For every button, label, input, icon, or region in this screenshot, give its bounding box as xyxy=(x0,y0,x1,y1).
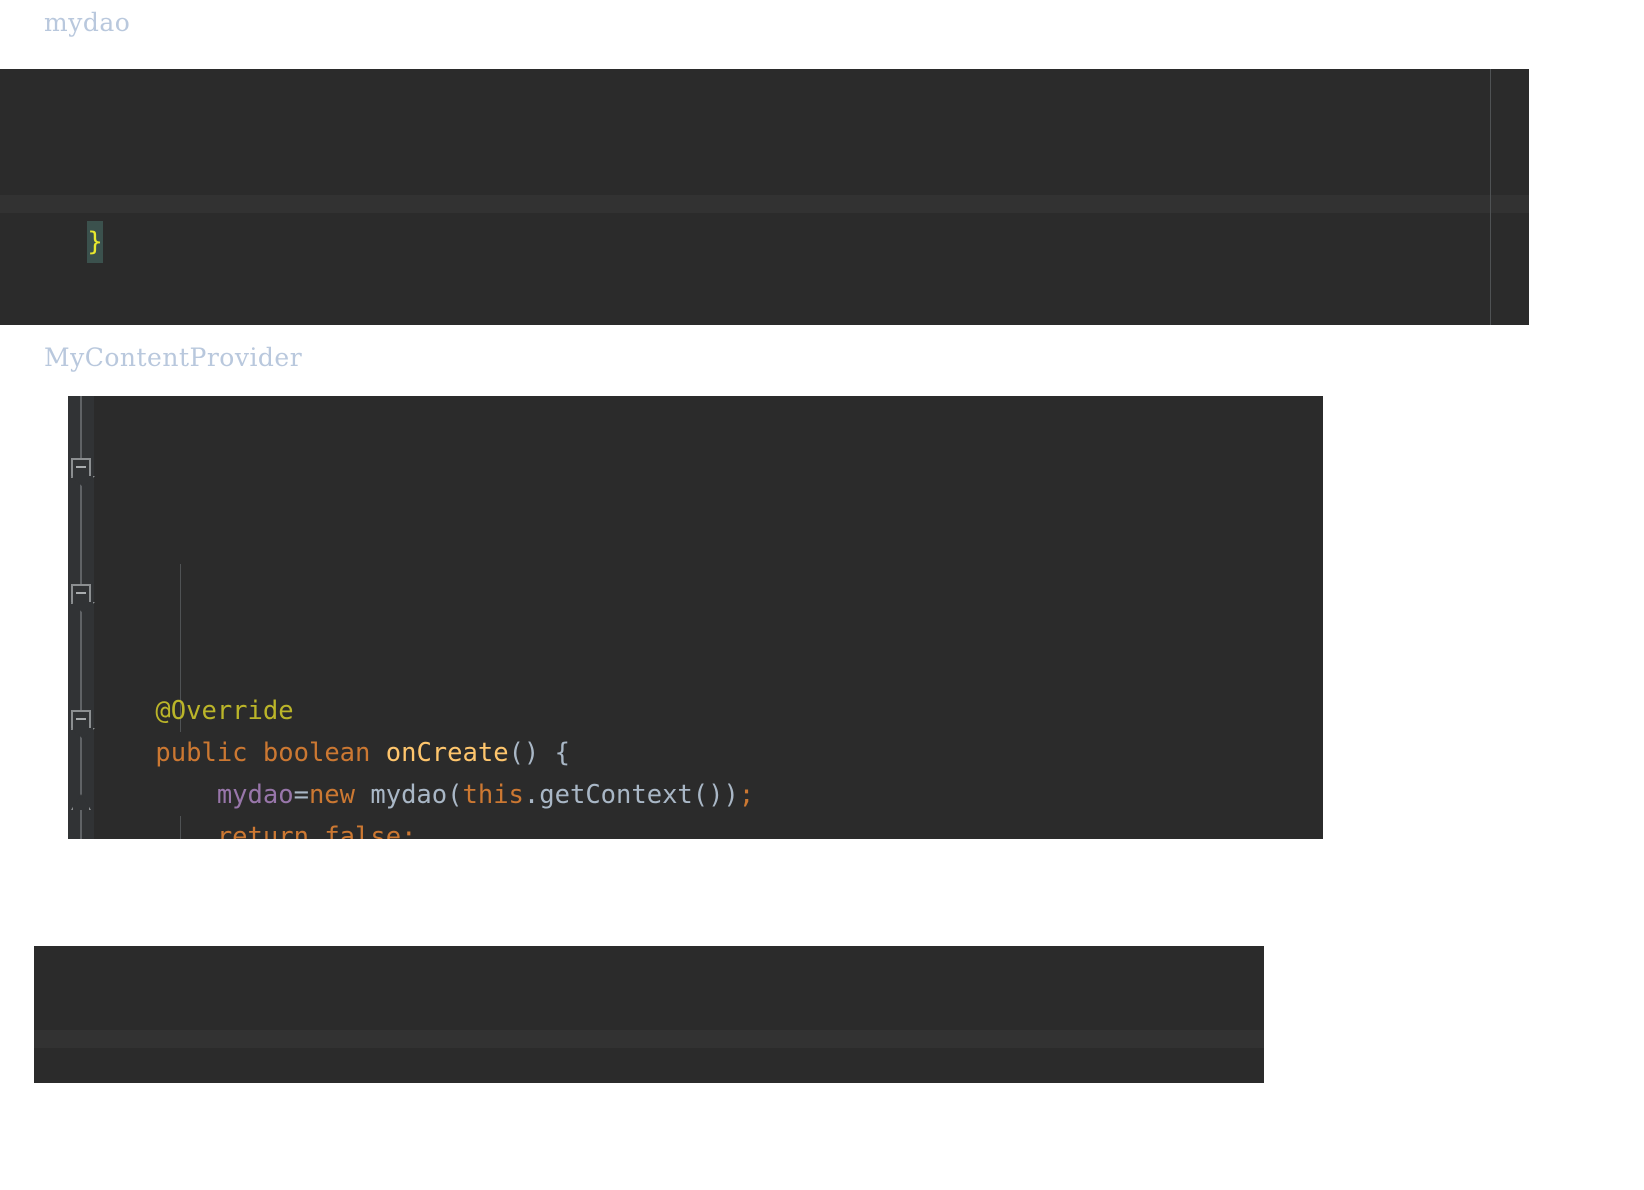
code-token: mydao xyxy=(216,780,294,810)
clipped-top-row: } xyxy=(0,195,1529,263)
code-token: = xyxy=(293,780,309,810)
code-token: ; xyxy=(738,780,755,810)
partial-closing-brace: } xyxy=(87,221,103,263)
code-lines-provider: @Override public boolean onCreate() { my… xyxy=(68,522,1323,839)
code-token: new xyxy=(308,780,356,810)
code-token: false xyxy=(324,822,402,839)
code-token: mydao( xyxy=(355,780,463,810)
code-block-resolver-query[interactable]: Cursor cursor = resolver.query(uri,new S… xyxy=(34,946,1264,1083)
caption-mycontentprovider: MyContentProvider xyxy=(44,343,303,372)
code-line[interactable]: @Override xyxy=(68,690,1323,732)
code-token: onCreate xyxy=(385,738,509,768)
code-line[interactable]: public boolean onCreate() { xyxy=(68,732,1323,774)
code-token: this xyxy=(462,780,524,810)
code-token: return xyxy=(216,822,309,839)
code-token: public xyxy=(155,738,248,768)
code-token: @Override xyxy=(155,696,294,726)
code-token: boolean xyxy=(262,738,371,768)
code-block-mycontentprovider[interactable]: @Override public boolean onCreate() { my… xyxy=(68,396,1323,839)
caption-mydao: mydao xyxy=(44,8,131,37)
code-line[interactable]: mydao=new mydao(this.getContext()); xyxy=(68,774,1323,816)
code-line[interactable]: return false; xyxy=(68,816,1323,839)
code-lines-mydao: public Cursor query(String[] whichone,St… xyxy=(0,297,1529,325)
code-token: () { xyxy=(508,738,570,768)
code-token: .getContext()) xyxy=(523,780,739,810)
fold-collapse-icon-oncreate[interactable] xyxy=(71,458,91,478)
code-token: ; xyxy=(401,822,417,839)
code-block-mydao-query[interactable]: } public Cursor query(String[] whichone,… xyxy=(0,69,1529,325)
right-margin-ruler xyxy=(1490,69,1491,325)
clipped-top-row-resolver xyxy=(34,1030,1264,1048)
